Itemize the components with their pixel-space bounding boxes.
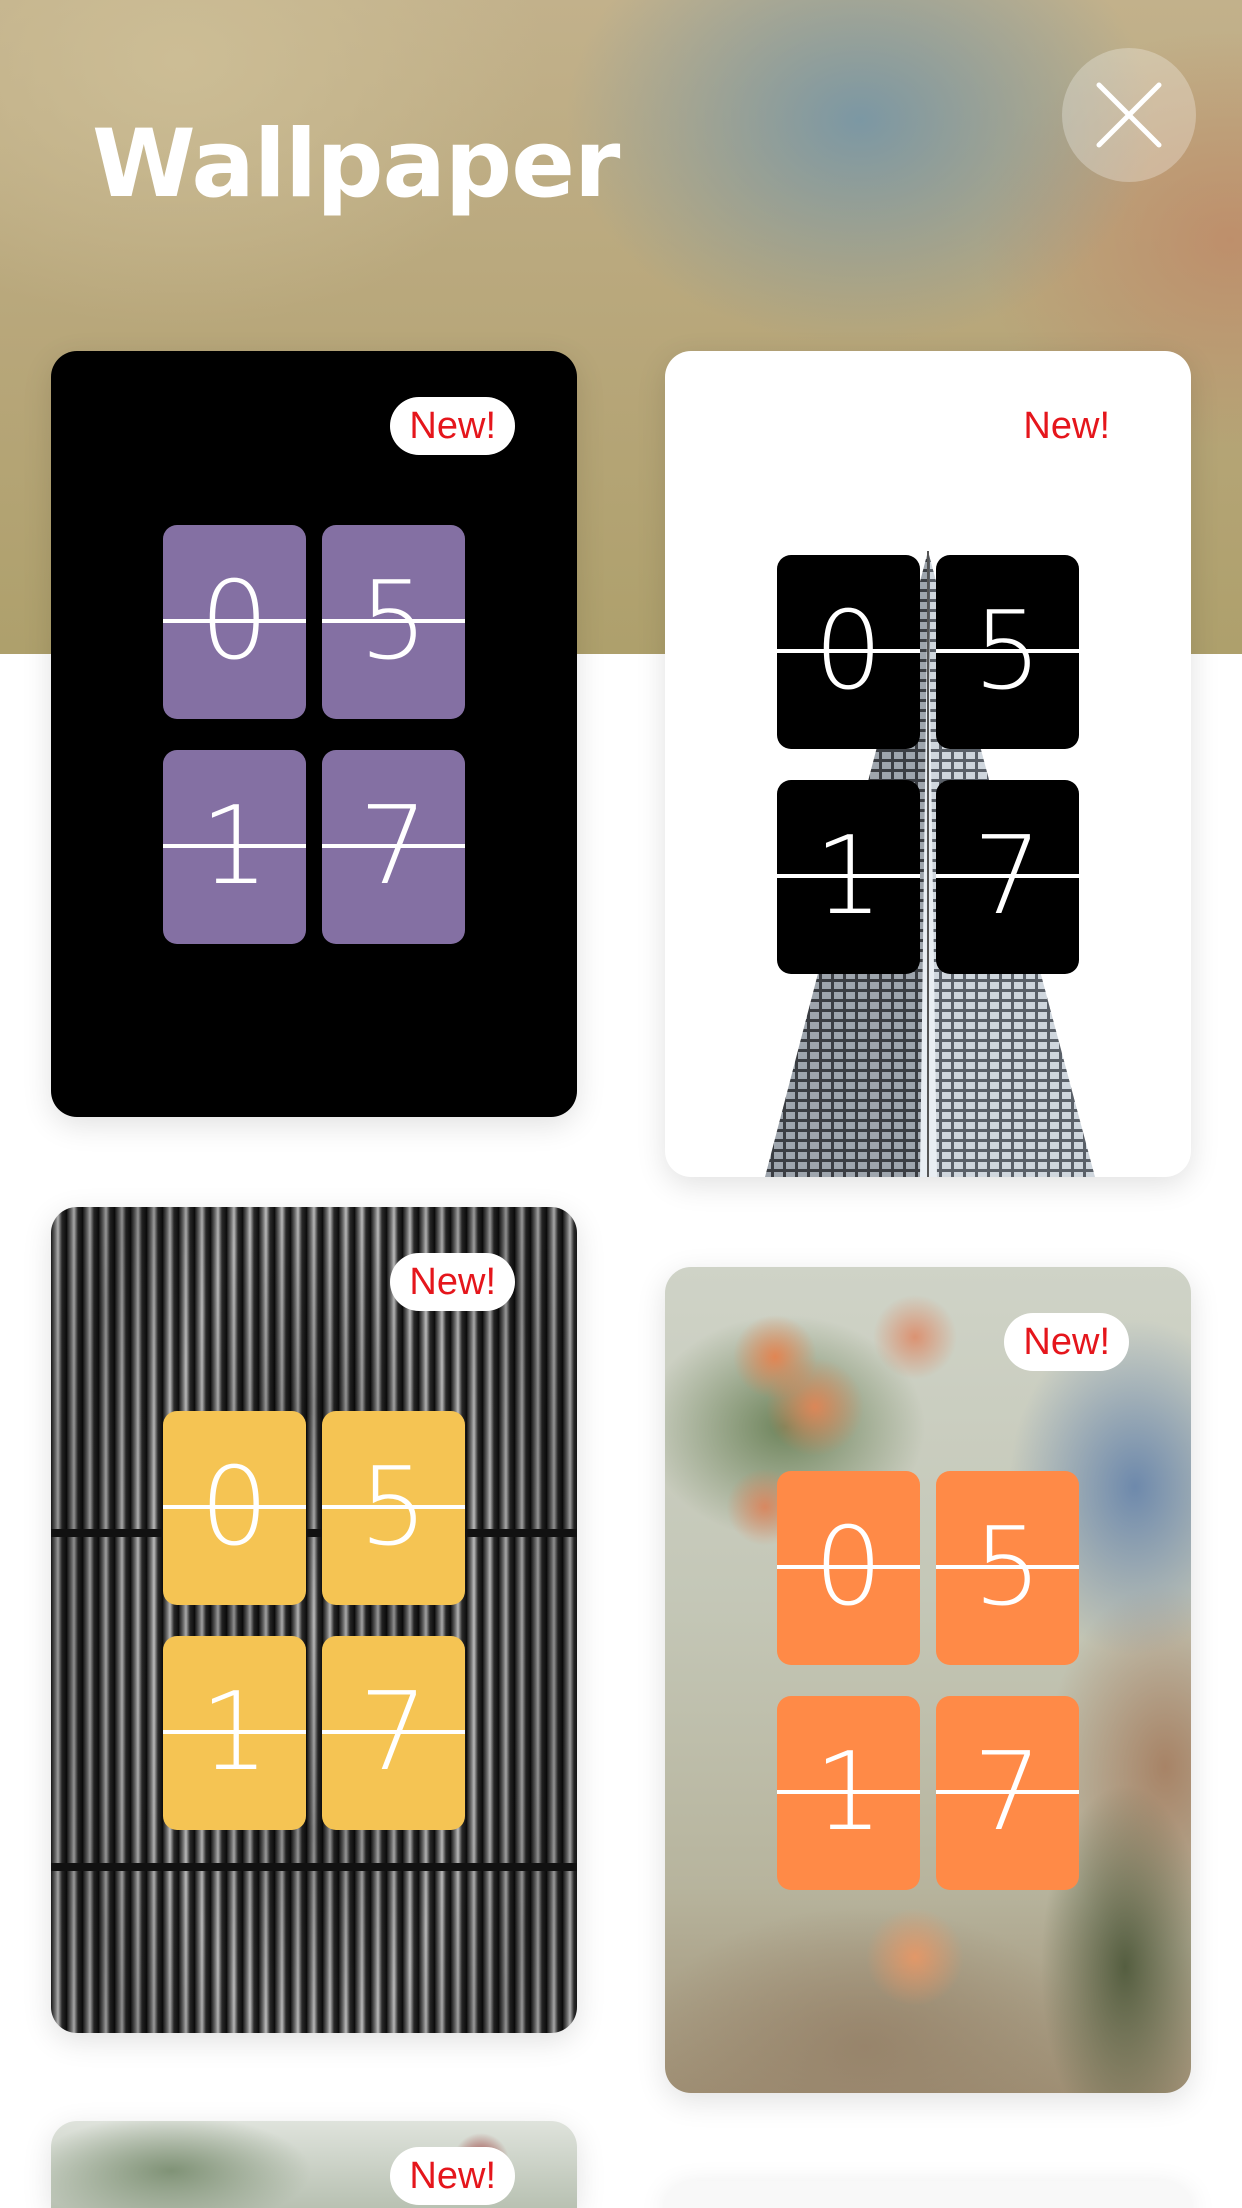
flip-clock: 0 5 1 7 (163, 525, 465, 945)
clock-digit: 1 (163, 750, 306, 944)
clock-digit: 1 (777, 1696, 920, 1890)
clock-digit: 5 (322, 1411, 465, 1605)
flip-clock: 0 5 1 7 (777, 1471, 1079, 1891)
wallpaper-card-leaves[interactable]: New! (51, 2121, 577, 2208)
new-badge: New! (390, 397, 515, 455)
clock-digit: 0 (777, 555, 920, 749)
clock-digit: 1 (163, 1636, 306, 1830)
clock-digit: 0 (777, 1471, 920, 1665)
wallpaper-card-orange[interactable]: New! 0 5 1 7 (665, 1267, 1191, 2093)
clock-digit: 5 (936, 555, 1079, 749)
clock-digit: 7 (322, 1636, 465, 1830)
clock-digit: 7 (322, 750, 465, 944)
close-button[interactable] (1062, 48, 1196, 182)
page-title: Wallpaper (92, 110, 620, 219)
clock-digit: 0 (163, 1411, 306, 1605)
flip-clock: 0 5 1 7 (163, 1411, 465, 1831)
clock-digit: 7 (936, 780, 1079, 974)
new-badge: New! (390, 1253, 515, 1311)
flip-clock: 0 5 1 7 (777, 555, 1079, 975)
clock-digit: 7 (936, 1696, 1079, 1890)
clock-digit: 5 (936, 1471, 1079, 1665)
clock-digit: 0 (163, 525, 306, 719)
wallpaper-card-yellow[interactable]: New! 0 5 1 7 (51, 1207, 577, 2033)
close-icon (1096, 82, 1162, 148)
new-badge: New! (1004, 1313, 1129, 1371)
new-badge: New! (1023, 405, 1110, 447)
wallpaper-card-partial[interactable] (665, 2181, 1191, 2208)
new-badge: New! (390, 2147, 515, 2205)
clock-digit: 1 (777, 780, 920, 974)
wallpaper-card-skyscraper[interactable]: New! 0 5 1 7 (665, 351, 1191, 1177)
wallpaper-card-purple[interactable]: New! 0 5 1 7 (51, 351, 577, 1117)
clock-digit: 5 (322, 525, 465, 719)
